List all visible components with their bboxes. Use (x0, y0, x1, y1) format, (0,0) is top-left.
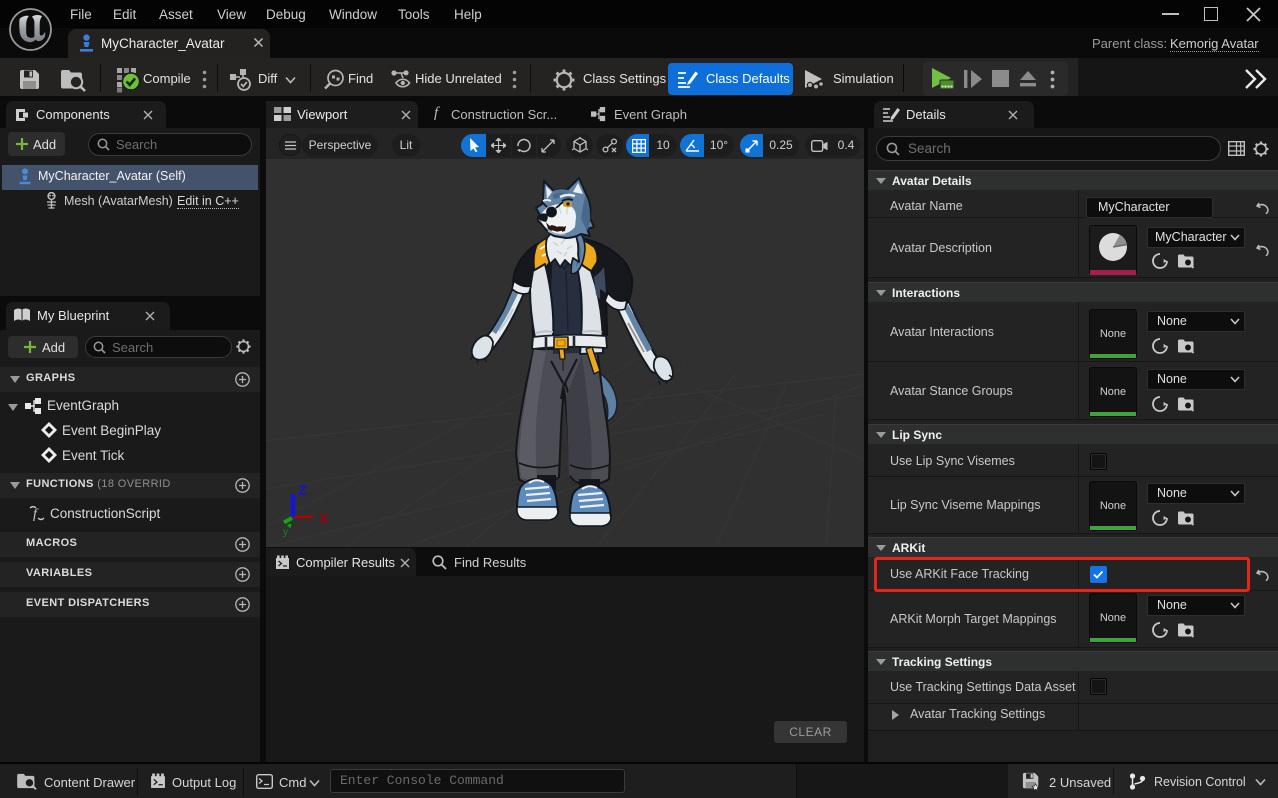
svg-text:y: y (283, 527, 288, 538)
svg-text:Z: Z (298, 482, 307, 498)
svg-text:X: X (319, 510, 329, 526)
